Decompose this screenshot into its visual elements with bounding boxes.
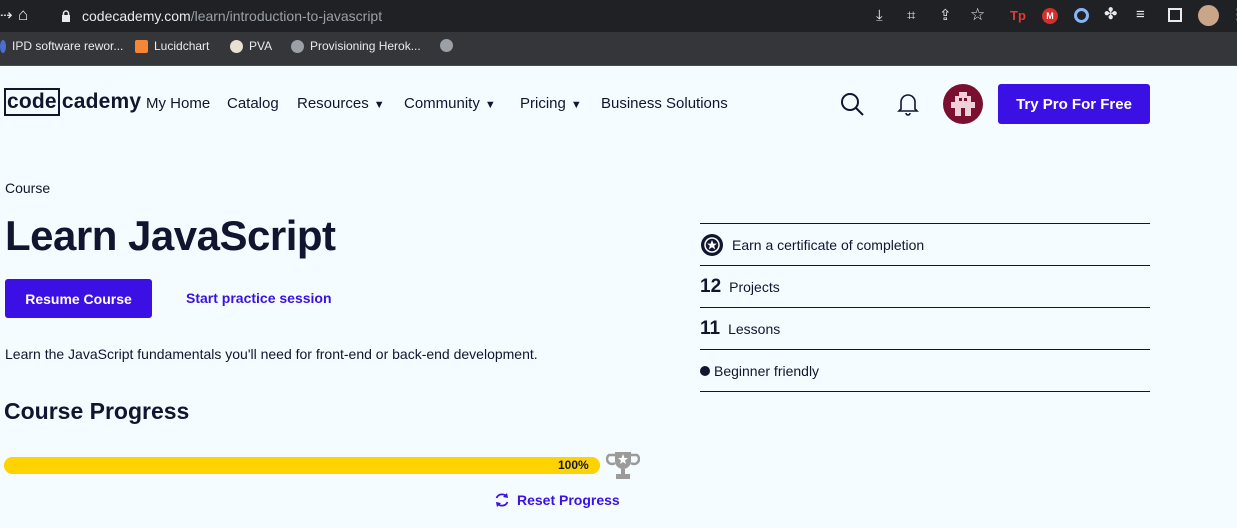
bookmark-star-icon[interactable]: ☆: [970, 6, 985, 23]
bookmark-label: Provisioning Herok...: [310, 39, 421, 53]
nav-my-home[interactable]: My Home: [146, 95, 210, 112]
course-description: Learn the JavaScript fundamentals you'll…: [5, 346, 538, 362]
page-title: Learn JavaScript: [5, 212, 336, 259]
progress-bar: [4, 457, 600, 474]
nav-resources-label: Resources: [297, 95, 369, 112]
notification-bell-icon[interactable]: [897, 92, 919, 116]
reading-list-icon[interactable]: ≡: [1136, 7, 1145, 23]
chevron-down-icon: ▼: [373, 99, 385, 111]
globe-icon: [440, 39, 453, 52]
extensions-puzzle-icon[interactable]: ✤: [1104, 7, 1117, 23]
lucidchart-icon: [135, 39, 148, 53]
pixel-avatar-icon: [951, 92, 975, 116]
bookmark-provisioning[interactable]: Provisioning Herok...: [291, 39, 421, 53]
side-panel-icon[interactable]: [1168, 8, 1182, 22]
home-icon[interactable]: ⌂: [18, 6, 28, 23]
bookmark-lucidchart[interactable]: Lucidchart: [135, 39, 209, 53]
course-progress-heading: Course Progress: [4, 398, 190, 424]
extension-circle-icon[interactable]: [1074, 8, 1089, 23]
nav-pricing[interactable]: Pricing ▼: [520, 95, 582, 112]
lessons-count: 11: [700, 317, 721, 339]
extension-tp-icon[interactable]: Tp: [1010, 8, 1026, 24]
level-dot-icon: [700, 365, 710, 376]
projects-label: Projects: [729, 278, 780, 295]
forward-icon[interactable]: ⇢: [0, 8, 13, 24]
progress-percent: 100%: [558, 458, 589, 472]
trophy-icon: [606, 452, 640, 479]
nav-business-solutions[interactable]: Business Solutions: [601, 95, 728, 112]
certificate-badge-icon: [701, 233, 723, 256]
nav-resources[interactable]: Resources ▼: [297, 95, 385, 112]
translate-icon[interactable]: ⌗: [907, 8, 915, 24]
bookmark-ipd[interactable]: IPD software rewor...: [0, 39, 123, 53]
globe-icon: [291, 39, 304, 53]
bookmark-label: PVA: [249, 39, 273, 53]
lessons-label: Lessons: [728, 320, 781, 337]
pva-icon: [230, 39, 243, 53]
bookmark-label: IPD software rewor...: [12, 39, 124, 53]
bookmark-pva[interactable]: PVA: [230, 39, 272, 53]
install-icon[interactable]: ⤓: [876, 8, 883, 24]
url-path: /learn/introduction-to-javascript: [190, 8, 383, 24]
user-avatar[interactable]: [943, 84, 983, 124]
nav-community-label: Community: [404, 95, 480, 112]
projects-count: 12: [700, 275, 722, 297]
reset-progress-button[interactable]: Reset Progress: [494, 492, 620, 508]
level-text: Beginner friendly: [714, 362, 820, 379]
bookmark-label: Lucidchart: [154, 39, 210, 53]
course-facts-list: Earn a certificate of completion 12 Proj…: [700, 223, 1150, 392]
lock-icon: [62, 10, 70, 22]
logo-academy-part: cademy: [61, 90, 142, 113]
certificate-text: Earn a certificate of completion: [732, 236, 925, 253]
logo-code-part: code: [4, 88, 60, 116]
share-icon[interactable]: ⇪: [939, 8, 952, 24]
reset-progress-label: Reset Progress: [517, 492, 620, 508]
try-pro-button[interactable]: Try Pro For Free: [998, 84, 1150, 124]
chevron-down-icon: ▼: [570, 99, 582, 111]
chevron-down-icon: ▼: [484, 99, 496, 111]
level-row: Beginner friendly: [700, 350, 1150, 392]
extension-m-icon[interactable]: M: [1042, 8, 1058, 24]
course-type-label: Course: [5, 180, 51, 196]
progress-fill: [4, 457, 600, 474]
resume-course-button[interactable]: Resume Course: [5, 279, 152, 318]
bookmark-globe[interactable]: [440, 39, 453, 52]
search-icon[interactable]: [840, 92, 864, 116]
url-text[interactable]: codecademy.com/learn/introduction-to-jav…: [82, 8, 382, 24]
menu-icon[interactable]: ⋮: [1230, 7, 1237, 23]
lessons-row: 11 Lessons: [700, 308, 1150, 350]
certificate-row: Earn a certificate of completion: [700, 224, 1150, 266]
nav-community[interactable]: Community ▼: [404, 95, 496, 112]
bookmark-favicon: [0, 39, 6, 53]
nav-pricing-label: Pricing: [520, 95, 566, 112]
refresh-icon: [495, 493, 509, 507]
nav-catalog[interactable]: Catalog: [227, 95, 279, 112]
url-domain: codecademy.com: [82, 8, 191, 24]
profile-avatar-icon[interactable]: [1198, 5, 1219, 26]
start-practice-link[interactable]: Start practice session: [186, 290, 332, 306]
projects-row: 12 Projects: [700, 266, 1150, 308]
codecademy-logo[interactable]: code cademy: [4, 88, 141, 116]
browser-tab-strip: ⇢ ⌂ codecademy.com/learn/introduction-to…: [0, 0, 1237, 32]
